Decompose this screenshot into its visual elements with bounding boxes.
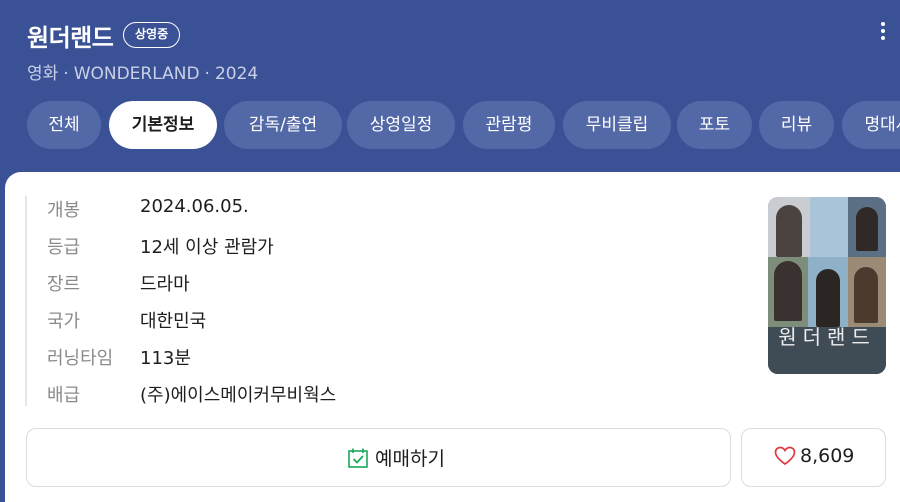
movie-title: 원더랜드 (27, 24, 114, 52)
info-value: 12세 이상 관람가 (140, 237, 274, 258)
status-badge: 상영중 (123, 22, 181, 48)
info-value: 2024.06.05. (140, 196, 249, 217)
more-options-icon[interactable] (876, 20, 890, 48)
info-label: 개봉 (47, 200, 81, 221)
subtitle-separator: · (204, 64, 210, 84)
reserve-label: 예매하기 (375, 448, 445, 470)
info-label: 국가 (47, 311, 81, 332)
tab-movie-clips[interactable]: 무비클립 (563, 101, 671, 149)
info-value: 113분 (140, 348, 191, 369)
info-value: (주)에이스메이커무비웍스 (140, 385, 337, 406)
info-label: 등급 (47, 237, 81, 258)
tab-photos[interactable]: 포토 (677, 101, 752, 149)
movie-poster[interactable]: 원더랜드 (768, 197, 886, 374)
tab-bar: 전체 기본정보 감독/출연 상영일정 관람평 무비클립 포토 리뷰 명대사 (27, 101, 900, 149)
like-count: 8,609 (800, 445, 855, 467)
tab-famous-lines[interactable]: 명대사 (842, 101, 900, 149)
subtitle-english-title: WONDERLAND (73, 64, 200, 84)
subtitle-separator: · (63, 64, 69, 84)
calendar-check-icon (348, 448, 368, 468)
reserve-button[interactable]: 예매하기 (26, 428, 731, 487)
tab-all[interactable]: 전체 (27, 101, 101, 149)
tab-showtimes[interactable]: 상영일정 (347, 101, 455, 149)
info-value: 대한민국 (140, 311, 207, 332)
subtitle-year: 2024 (214, 64, 259, 84)
tab-ratings[interactable]: 관람평 (463, 101, 555, 149)
subtitle-type: 영화 (27, 64, 59, 84)
tab-director-cast[interactable]: 감독/출연 (224, 101, 342, 149)
info-label: 배급 (47, 385, 81, 406)
tab-basic-info[interactable]: 기본정보 (109, 101, 217, 149)
info-value: 드라마 (140, 274, 190, 295)
info-label: 러닝타임 (47, 348, 114, 369)
like-button[interactable]: 8,609 (741, 428, 886, 487)
info-label: 장르 (47, 274, 81, 295)
movie-subtitle: 영화 · WONDERLAND · 2024 (27, 59, 258, 84)
tab-reviews[interactable]: 리뷰 (759, 101, 834, 149)
info-card: 개봉 2024.06.05. 등급 12세 이상 관람가 장르 드라마 국가 대… (5, 172, 900, 502)
poster-title: 원더랜드 (778, 325, 876, 349)
movie-info-list: 개봉 2024.06.05. 등급 12세 이상 관람가 장르 드라마 국가 대… (25, 196, 336, 406)
movie-header: 원더랜드 상영중 영화 · WONDERLAND · 2024 전체 기본정보 감독/출… (0, 0, 900, 190)
heart-icon (774, 446, 796, 466)
